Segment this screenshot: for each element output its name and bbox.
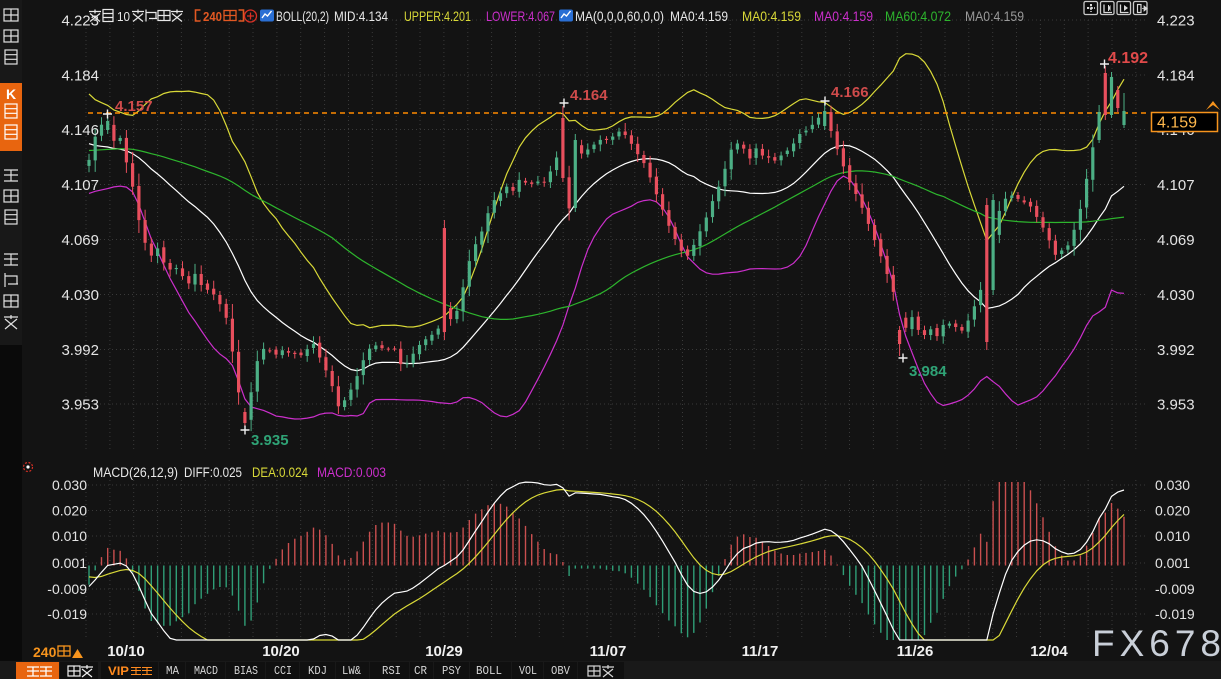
- svg-text:MA0:4.159: MA0:4.159: [742, 8, 801, 24]
- svg-text:4.159: 4.159: [1157, 115, 1197, 132]
- svg-text:4.030: 4.030: [61, 287, 99, 304]
- svg-text:OBV: OBV: [551, 664, 571, 678]
- svg-text:MA(0,0,0,60,0,0): MA(0,0,0,60,0,0): [575, 8, 664, 24]
- svg-text:PSY: PSY: [442, 664, 461, 678]
- svg-text:11/07: 11/07: [590, 643, 627, 660]
- svg-text:3.992: 3.992: [61, 342, 99, 359]
- svg-text:-0.009: -0.009: [1155, 581, 1195, 597]
- svg-text:3.953: 3.953: [1157, 397, 1195, 414]
- svg-text:10: 10: [117, 9, 130, 24]
- svg-text:0.001: 0.001: [1155, 555, 1190, 571]
- svg-text:LW&: LW&: [342, 664, 361, 678]
- svg-text:10/10: 10/10: [107, 643, 145, 660]
- svg-text:3.992: 3.992: [1157, 342, 1195, 359]
- svg-text:4.157: 4.157: [115, 98, 153, 115]
- svg-text:MACD: MACD: [194, 664, 218, 678]
- svg-text:10/20: 10/20: [262, 643, 300, 660]
- svg-text:4.192: 4.192: [1108, 50, 1148, 67]
- svg-text:3.935: 3.935: [251, 432, 289, 449]
- svg-text:0.010: 0.010: [52, 528, 87, 544]
- svg-text:4.107: 4.107: [61, 177, 99, 194]
- svg-text:BIAS: BIAS: [234, 664, 258, 678]
- svg-text:3.984: 3.984: [909, 363, 947, 380]
- svg-text:DEA:0.024: DEA:0.024: [252, 464, 308, 480]
- svg-text:MA0:4.159: MA0:4.159: [814, 8, 873, 24]
- svg-text:MA0:4.159: MA0:4.159: [670, 8, 728, 24]
- svg-text:4.107: 4.107: [1157, 177, 1195, 194]
- svg-text:0.030: 0.030: [1155, 477, 1190, 493]
- svg-text:VIP: VIP: [108, 664, 129, 678]
- svg-text:0.010: 0.010: [1155, 528, 1190, 544]
- svg-text:4.223: 4.223: [61, 13, 99, 30]
- svg-text:4.069: 4.069: [1157, 232, 1195, 249]
- svg-text:4.184: 4.184: [61, 68, 99, 85]
- svg-text:0.020: 0.020: [1155, 503, 1190, 519]
- svg-text:LOWER:4.067: LOWER:4.067: [486, 8, 555, 24]
- svg-text:4.166: 4.166: [831, 84, 869, 101]
- svg-text:4.223: 4.223: [1157, 13, 1195, 30]
- svg-text:UPPER:4.201: UPPER:4.201: [404, 8, 471, 24]
- svg-text:VOL: VOL: [519, 664, 537, 678]
- svg-text:240: 240: [33, 644, 57, 660]
- svg-text:MID:4.134: MID:4.134: [334, 8, 388, 24]
- svg-text:MACD:0.003: MACD:0.003: [317, 464, 386, 480]
- svg-text:3.953: 3.953: [61, 397, 99, 414]
- svg-text:CCI: CCI: [274, 664, 292, 678]
- svg-text:240: 240: [203, 9, 222, 24]
- svg-text:MA: MA: [166, 664, 180, 678]
- svg-text:11/26: 11/26: [897, 643, 934, 660]
- svg-text:0.020: 0.020: [52, 503, 87, 519]
- svg-text:CR: CR: [414, 664, 427, 678]
- svg-text:4.146: 4.146: [61, 122, 99, 139]
- svg-text:MA60:4.072: MA60:4.072: [885, 8, 951, 24]
- svg-text:4.030: 4.030: [1157, 287, 1195, 304]
- svg-text:-0.019: -0.019: [47, 606, 87, 622]
- svg-text:10/29: 10/29: [425, 643, 463, 660]
- svg-text:-0.019: -0.019: [1155, 606, 1195, 622]
- svg-text:0.030: 0.030: [52, 477, 87, 493]
- svg-text:11/17: 11/17: [742, 643, 779, 660]
- svg-text:FX678: FX678: [1092, 623, 1221, 664]
- svg-text:KDJ: KDJ: [308, 664, 327, 678]
- svg-text:DIFF:0.025: DIFF:0.025: [184, 464, 242, 480]
- svg-text:0.001: 0.001: [52, 555, 87, 571]
- svg-text:12/04: 12/04: [1030, 643, 1068, 660]
- svg-text:4.069: 4.069: [61, 232, 99, 249]
- svg-text:RSI: RSI: [382, 664, 401, 678]
- svg-text:-0.009: -0.009: [47, 581, 87, 597]
- svg-text:K: K: [6, 86, 16, 102]
- svg-text:MA0:4.159: MA0:4.159: [965, 8, 1024, 24]
- svg-text:4.164: 4.164: [570, 87, 608, 104]
- svg-text:BOLL(20,2): BOLL(20,2): [276, 8, 329, 24]
- svg-text:MACD(26,12,9): MACD(26,12,9): [93, 464, 178, 480]
- svg-text:4.184: 4.184: [1157, 68, 1195, 85]
- svg-text:BOLL: BOLL: [476, 664, 502, 678]
